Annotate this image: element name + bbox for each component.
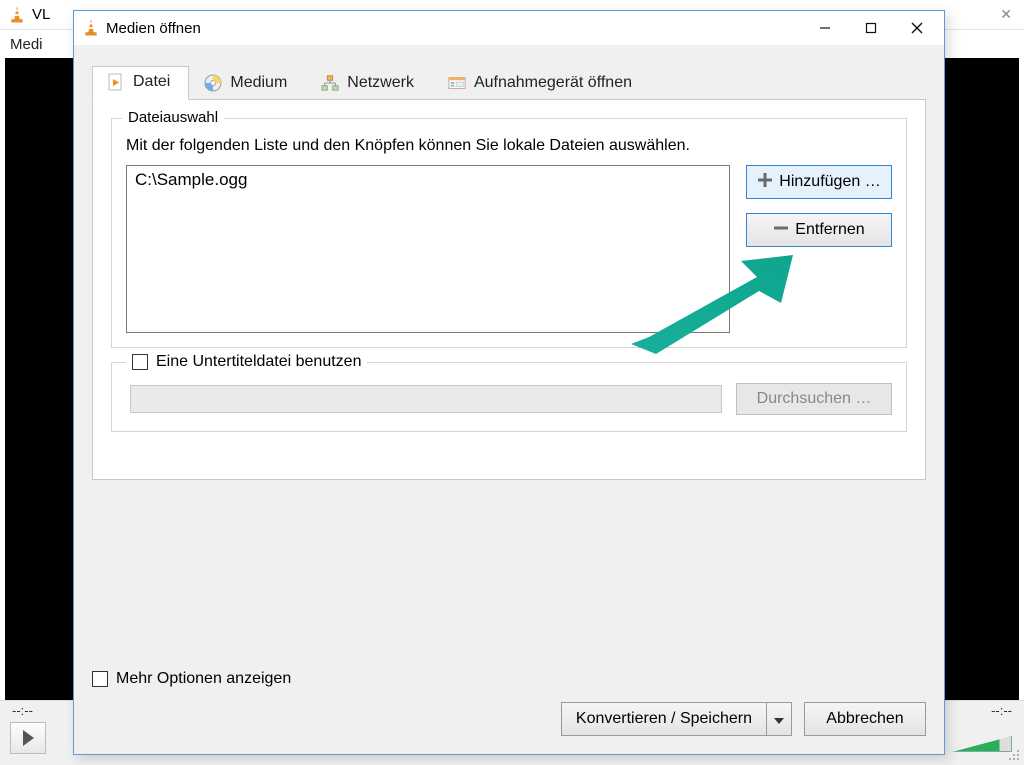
- tab-disc-label: Medium: [230, 74, 287, 92]
- plus-icon: [757, 172, 773, 193]
- remove-button[interactable]: Entfernen: [746, 213, 892, 247]
- tab-content-file: Dateiauswahl Mit der folgenden Liste und…: [92, 100, 926, 480]
- dialog-titlebar: Medien öffnen: [74, 11, 944, 45]
- tab-strip: Datei Medium Netzwerk Aufnahmegerät öffn…: [92, 65, 926, 100]
- subtitle-browse-button: Durchsuchen …: [736, 383, 892, 415]
- file-instruction-text: Mit der folgenden Liste und den Knöpfen …: [126, 137, 892, 155]
- tab-network-label: Netzwerk: [347, 74, 414, 92]
- resize-grip-icon[interactable]: [1008, 749, 1020, 763]
- cancel-button[interactable]: Abbrechen: [804, 702, 926, 736]
- dialog-title: Medien öffnen: [106, 20, 201, 37]
- main-window-title: VL: [32, 6, 50, 23]
- dialog-bottom-bar: Mehr Optionen anzeigen Konvertieren / Sp…: [92, 670, 926, 736]
- subtitle-checkbox-label: Eine Untertiteldatei benutzen: [156, 353, 361, 371]
- tab-disc[interactable]: Medium: [189, 66, 306, 100]
- tab-network[interactable]: Netzwerk: [306, 66, 433, 100]
- subtitle-group: Eine Untertiteldatei benutzen Durchsuche…: [111, 362, 907, 432]
- play-button[interactable]: [10, 722, 46, 754]
- open-media-dialog: Medien öffnen Datei Medium: [73, 10, 945, 755]
- close-button[interactable]: [894, 13, 940, 43]
- remove-button-label: Entfernen: [795, 221, 864, 239]
- convert-save-dropdown[interactable]: [766, 702, 792, 736]
- more-options-label: Mehr Optionen anzeigen: [116, 670, 291, 688]
- vlc-cone-icon: [8, 5, 26, 25]
- minimize-button[interactable]: [802, 13, 848, 43]
- subtitle-checkbox[interactable]: [132, 354, 148, 370]
- subtitle-path-input: [130, 385, 722, 413]
- time-total: --:--: [991, 703, 1012, 718]
- vlc-cone-icon: [82, 18, 100, 38]
- file-icon: [107, 73, 125, 91]
- main-close-icon[interactable]: ✕: [996, 6, 1016, 23]
- menubar-text: Medi: [10, 36, 43, 53]
- more-options-checkbox[interactable]: [92, 671, 108, 687]
- file-list-item[interactable]: C:\Sample.ogg: [135, 170, 721, 190]
- disc-icon: [204, 74, 222, 92]
- cancel-label: Abbrechen: [826, 710, 903, 728]
- network-icon: [321, 74, 339, 92]
- play-icon: [23, 730, 34, 746]
- file-selection-group: Dateiauswahl Mit der folgenden Liste und…: [111, 118, 907, 348]
- minus-icon: [773, 220, 789, 241]
- add-button[interactable]: Hinzufügen …: [746, 165, 892, 199]
- tab-capture-label: Aufnahmegerät öffnen: [474, 74, 632, 92]
- file-group-legend: Dateiauswahl: [122, 109, 224, 126]
- file-list[interactable]: C:\Sample.ogg: [126, 165, 730, 333]
- maximize-button[interactable]: [848, 13, 894, 43]
- convert-save-label: Konvertieren / Speichern: [576, 710, 752, 728]
- volume-slider[interactable]: [952, 736, 1012, 752]
- time-elapsed: --:--: [12, 703, 33, 718]
- subtitle-browse-label: Durchsuchen …: [757, 390, 872, 408]
- chevron-down-icon: [774, 711, 784, 728]
- tab-capture[interactable]: Aufnahmegerät öffnen: [433, 66, 651, 100]
- capture-icon: [448, 74, 466, 92]
- convert-save-button[interactable]: Konvertieren / Speichern: [561, 702, 792, 736]
- add-button-label: Hinzufügen …: [779, 173, 880, 191]
- tab-file-label: Datei: [133, 73, 170, 91]
- tab-file[interactable]: Datei: [92, 66, 189, 100]
